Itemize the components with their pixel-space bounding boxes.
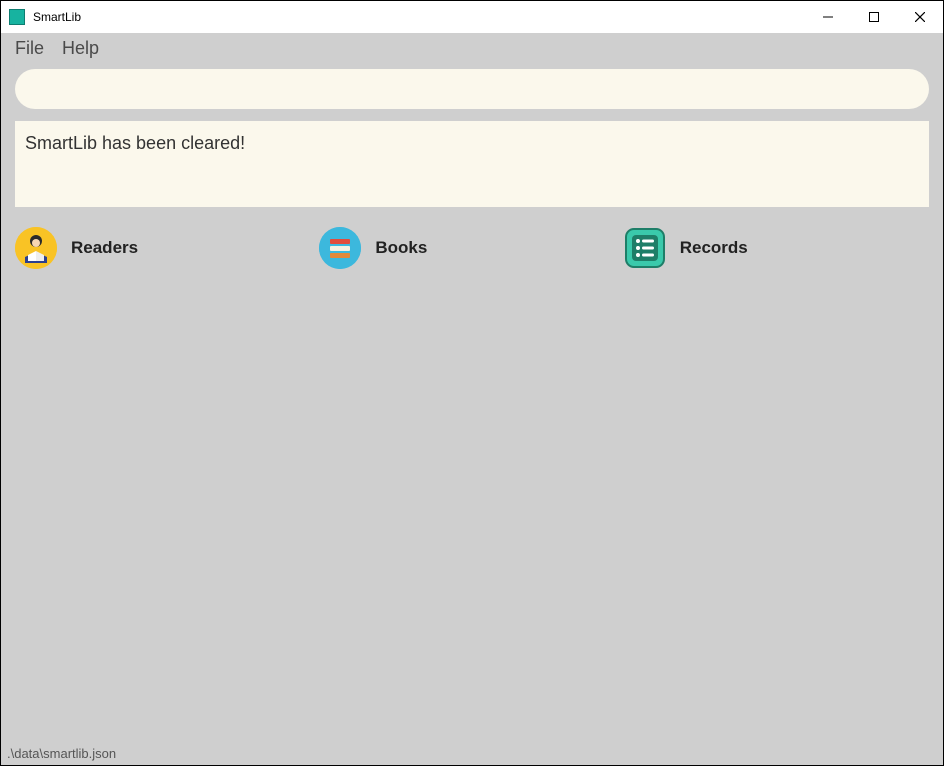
statusbar: .\data\smartlib.json	[1, 741, 943, 765]
window-title: SmartLib	[33, 10, 805, 24]
minimize-icon	[823, 12, 833, 22]
content-area: SmartLib has been cleared! Readers	[1, 63, 943, 741]
titlebar: SmartLib	[1, 1, 943, 33]
message-panel: SmartLib has been cleared!	[15, 121, 929, 207]
readers-icon	[15, 227, 57, 269]
close-button[interactable]	[897, 1, 943, 33]
menu-file[interactable]: File	[15, 38, 44, 59]
app-icon	[9, 9, 25, 25]
message-text: SmartLib has been cleared!	[25, 133, 245, 153]
search-input[interactable]	[15, 69, 929, 109]
close-icon	[915, 12, 925, 22]
sections-row: Readers Books	[15, 227, 929, 269]
statusbar-path: .\data\smartlib.json	[7, 746, 116, 761]
section-records: Records	[624, 227, 928, 269]
maximize-button[interactable]	[851, 1, 897, 33]
section-readers-label: Readers	[71, 238, 138, 258]
app-window: SmartLib File Help SmartLib has been cle…	[0, 0, 944, 766]
menu-help[interactable]: Help	[62, 38, 99, 59]
maximize-icon	[869, 12, 879, 22]
section-books: Books	[319, 227, 623, 269]
section-books-label: Books	[375, 238, 427, 258]
menubar: File Help	[1, 33, 943, 63]
minimize-button[interactable]	[805, 1, 851, 33]
window-controls	[805, 1, 943, 33]
records-icon	[624, 227, 666, 269]
books-icon	[319, 227, 361, 269]
section-readers: Readers	[15, 227, 319, 269]
section-records-label: Records	[680, 238, 748, 258]
